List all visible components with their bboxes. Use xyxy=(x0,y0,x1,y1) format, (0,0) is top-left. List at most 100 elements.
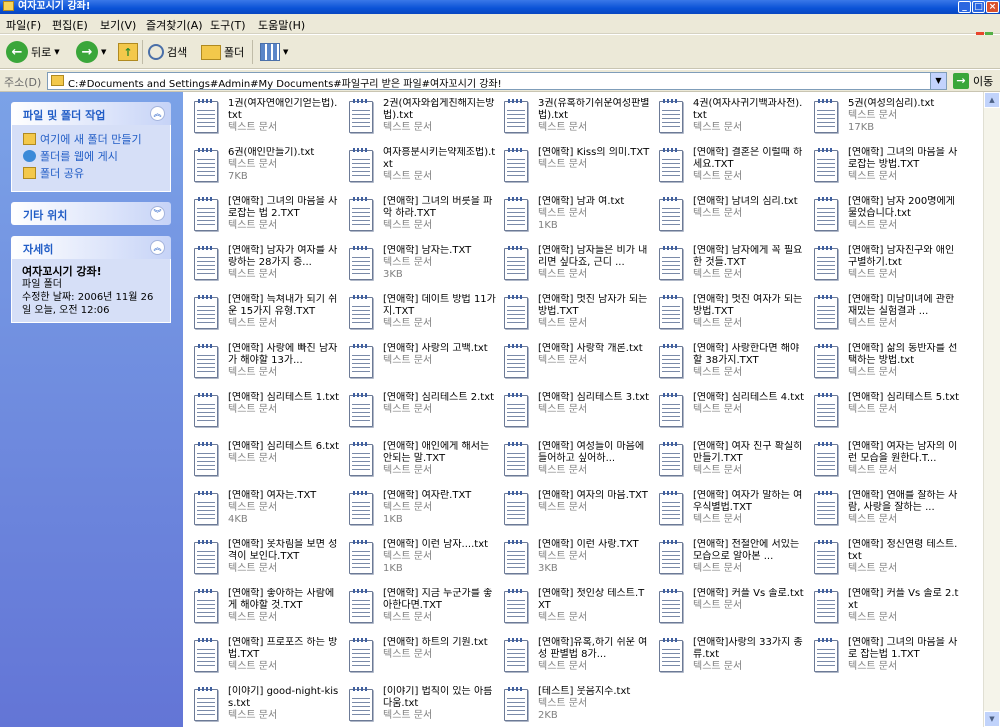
file-item[interactable]: [연애학] 심리테스트 6.txt 텍스트 문서 xyxy=(191,439,341,486)
file-item[interactable]: [연애학] 프로포즈 하는 방법.TXT 텍스트 문서 xyxy=(191,635,341,682)
file-item[interactable]: [연애학] 삶의 동반자를 선택하는 방법.txt 텍스트 문서 xyxy=(811,341,961,388)
forward-button[interactable]: → ▼ xyxy=(76,38,106,66)
file-item[interactable]: [연애학] 이런 남자....txt 텍스트 문서 1KB xyxy=(346,537,496,584)
collapse-chevron-icon[interactable]: ︽ xyxy=(150,240,165,255)
file-item[interactable]: [연애학] 여자는 남자의 이런 모습을 원한다.T... 텍스트 문서 xyxy=(811,439,961,486)
file-item[interactable]: [연애학] 심리테스트 3.txt 텍스트 문서 xyxy=(501,390,651,437)
file-item[interactable]: [연애학] 사랑에 빠진 남자가 해야할 13가... 텍스트 문서 xyxy=(191,341,341,388)
file-item[interactable]: 2권(여자와쉽게친해지는방법).txt 텍스트 문서 xyxy=(346,96,496,143)
text-document-icon xyxy=(504,344,528,378)
file-item[interactable]: [연애학] 커플 Vs 솔로.txt 텍스트 문서 xyxy=(656,586,806,633)
file-item[interactable]: [연애학] 여성들이 마음에 들어하고 싶어하... 텍스트 문서 xyxy=(501,439,651,486)
file-item[interactable]: 5권(여성의심리).txt 텍스트 문서 17KB xyxy=(811,96,961,143)
file-item[interactable]: [연애학] 그녀의 버릇을 파악 하라.TXT 텍스트 문서 xyxy=(346,194,496,241)
scroll-down-arrow-icon[interactable]: ▼ xyxy=(984,711,1000,727)
file-item[interactable]: [연애학] 남녀의 심리.txt 텍스트 문서 xyxy=(656,194,806,241)
close-button[interactable]: × xyxy=(986,1,999,13)
file-item[interactable]: [연애학] 사랑의 고백.txt 텍스트 문서 xyxy=(346,341,496,388)
file-item[interactable]: [연애학] 여자란.TXT 텍스트 문서 1KB xyxy=(346,488,496,535)
views-button[interactable]: ▼ xyxy=(260,38,288,66)
file-item[interactable]: 3권(유혹하기쉬운여성판별법).txt 텍스트 문서 xyxy=(501,96,651,143)
file-item[interactable]: [연애학] 사랑학 개론.txt 텍스트 문서 xyxy=(501,341,651,388)
file-item[interactable]: [연애학] 남자 200명에게 물었습니다.txt 텍스트 문서 xyxy=(811,194,961,241)
file-item[interactable]: [연애학] 첫인상 테스트.TXT 텍스트 문서 xyxy=(501,586,651,633)
search-button[interactable]: 검색 xyxy=(148,38,187,66)
expand-chevron-icon[interactable]: ︾ xyxy=(150,206,165,221)
publish-web-link[interactable]: 폴더를 웹에 게시 xyxy=(12,148,170,165)
details-header[interactable]: 자세히 ︽ xyxy=(11,236,171,259)
file-item[interactable]: [연애학] 심리테스트 5.txt 텍스트 문서 xyxy=(811,390,961,437)
file-item[interactable]: [이야기] 법칙이 있는 아름다움.txt 텍스트 문서 xyxy=(346,684,496,727)
file-item[interactable]: 여자흥분시키는약제조법).txt 텍스트 문서 xyxy=(346,145,496,192)
file-item[interactable]: [연애학] 늑쳐내가 되기 쉬운 15가지 유형.TXT 텍스트 문서 xyxy=(191,292,341,339)
file-item[interactable]: [이야기] good-night-kiss.txt 텍스트 문서 xyxy=(191,684,341,727)
new-folder-link[interactable]: 여기에 새 폴더 만들기 xyxy=(12,131,170,148)
file-item[interactable]: [연애학] 멋진 남자가 되는 방법.TXT 텍스트 문서 xyxy=(501,292,651,339)
address-dropdown-button[interactable]: ▼ xyxy=(930,73,946,89)
file-item[interactable]: 1권(여자연애인기얻는법).txt 텍스트 문서 xyxy=(191,96,341,143)
file-item[interactable]: [연애학] 여자는.TXT 텍스트 문서 4KB xyxy=(191,488,341,535)
file-item[interactable]: [테스트] 웃음지수.txt 텍스트 문서 2KB xyxy=(501,684,651,727)
file-type: 텍스트 문서 xyxy=(228,318,278,329)
file-item[interactable]: 6권(애인만들기).txt 텍스트 문서 7KB xyxy=(191,145,341,192)
minimize-button[interactable]: _ xyxy=(958,1,971,13)
menu-favorites[interactable]: 즐겨찾기(A) xyxy=(146,17,203,33)
file-item[interactable]: [연애학] 연애를 잘하는 사람, 사랑을 잘하는 ... 텍스트 문서 xyxy=(811,488,961,535)
file-item[interactable]: [연애학] 심리테스트 4.txt 텍스트 문서 xyxy=(656,390,806,437)
file-item[interactable]: [연애학] 남자친구와 애인 구별하기.txt 텍스트 문서 xyxy=(811,243,961,290)
menu-tools[interactable]: 도구(T) xyxy=(210,17,246,33)
collapse-chevron-icon[interactable]: ︽ xyxy=(150,106,165,121)
address-input[interactable]: C:#Documents and Settings#Admin#My Docum… xyxy=(47,72,947,90)
file-item[interactable]: [연애학] 그녀의 마음을 사로잡는 방법.TXT 텍스트 문서 xyxy=(811,145,961,192)
menu-help[interactable]: 도움말(H) xyxy=(258,17,305,33)
file-item[interactable]: [연애학] 전철안에 서있는 모습으로 알아본 ... 텍스트 문서 xyxy=(656,537,806,584)
go-button[interactable]: → 이동 xyxy=(953,73,993,89)
up-folder-button[interactable]: ↑ xyxy=(118,38,138,66)
file-tasks-header[interactable]: 파일 및 폴더 작업 ︽ xyxy=(11,102,171,125)
dropdown-arrow-icon[interactable]: ▼ xyxy=(101,48,106,56)
folders-button[interactable]: 폴더 xyxy=(201,38,244,66)
file-item[interactable]: [연애학] 정신연령 테스트.txt 텍스트 문서 xyxy=(811,537,961,584)
maximize-button[interactable]: □ xyxy=(972,1,985,13)
file-item[interactable]: [연애학] 심리테스트 2.txt 텍스트 문서 xyxy=(346,390,496,437)
file-item[interactable]: [연애학] 결혼은 이럴때 하세요.TXT 텍스트 문서 xyxy=(656,145,806,192)
file-item[interactable]: [연애학] 그녀의 마음을 사로 잡는법 1.TXT 텍스트 문서 xyxy=(811,635,961,682)
file-item[interactable]: [연애학] 남자는.TXT 텍스트 문서 3KB xyxy=(346,243,496,290)
file-item[interactable]: [연애학] 남과 여.txt 텍스트 문서 1KB xyxy=(501,194,651,241)
file-item[interactable]: [연애학] 이런 사랑.TXT 텍스트 문서 3KB xyxy=(501,537,651,584)
file-item[interactable]: [연애학] 여자 친구 확실히 만들기.TXT 텍스트 문서 xyxy=(656,439,806,486)
vertical-scrollbar[interactable]: ▲ ▼ xyxy=(983,92,1000,727)
share-folder-link[interactable]: 폴더 공유 xyxy=(12,165,170,182)
file-item[interactable]: [연애학] 남자가 여자를 사랑하는 28가지 증... 텍스트 문서 xyxy=(191,243,341,290)
menu-edit[interactable]: 편집(E) xyxy=(52,17,88,33)
file-item[interactable]: [연애학] 좋아하는 사람에게 해야할 것.TXT 텍스트 문서 xyxy=(191,586,341,633)
file-item[interactable]: 4권(여자사귀기백과사전).txt 텍스트 문서 xyxy=(656,96,806,143)
file-item[interactable]: [연애학] Kiss의 의미.TXT 텍스트 문서 xyxy=(501,145,651,192)
other-places-header[interactable]: 기타 위치 ︾ xyxy=(11,202,171,225)
menu-file[interactable]: 파일(F) xyxy=(6,17,41,33)
file-item[interactable]: [연애학] 커플 Vs 솔로 2.txt 텍스트 문서 xyxy=(811,586,961,633)
file-item[interactable]: [연애학] 여자의 마음.TXT 텍스트 문서 xyxy=(501,488,651,535)
file-item[interactable]: [연애학] 그녀의 마음을 사로잡는 법 2.TXT 텍스트 문서 xyxy=(191,194,341,241)
dropdown-arrow-icon[interactable]: ▼ xyxy=(54,48,59,56)
file-item[interactable]: [연애학] 남자에게 꼭 필요한 것들.TXT 텍스트 문서 xyxy=(656,243,806,290)
file-item[interactable]: [연애학] 남자들은 비가 내리면 싶다죠, 근디 ... 텍스트 문서 xyxy=(501,243,651,290)
file-item[interactable]: [연애학] 사랑한다면 해야할 38가지.TXT 텍스트 문서 xyxy=(656,341,806,388)
file-item[interactable]: [연애학] 심리테스트 1.txt 텍스트 문서 xyxy=(191,390,341,437)
file-item[interactable]: [연애학] 데이트 방법 11가지.TXT 텍스트 문서 xyxy=(346,292,496,339)
file-item[interactable]: [연애학]유혹,하기 쉬운 여성 판별법 8가... 텍스트 문서 xyxy=(501,635,651,682)
file-item[interactable]: [연애학] 지금 누군가를 좋아한다면.TXT 텍스트 문서 xyxy=(346,586,496,633)
title-bar[interactable]: 여자꼬시기 강좌! _ □ × xyxy=(0,0,1000,14)
file-type: 텍스트 문서 xyxy=(228,563,278,574)
file-list-view[interactable]: 1권(여자연애인기얻는법).txt 텍스트 문서 2권(여자와쉽게친해지는방법).t… xyxy=(183,92,983,727)
menu-view[interactable]: 보기(V) xyxy=(100,17,136,33)
back-button[interactable]: ← 뒤로 ▼ xyxy=(6,38,60,66)
file-item[interactable]: [연애학] 멋진 여자가 되는 방법.TXT 텍스트 문서 xyxy=(656,292,806,339)
scroll-up-arrow-icon[interactable]: ▲ xyxy=(984,92,1000,108)
file-item[interactable]: [연애학] 여자가 말하는 여우식별법.TXT 텍스트 문서 xyxy=(656,488,806,535)
file-item[interactable]: [연애학] 옷차림을 보면 성격이 보인다.TXT 텍스트 문서 xyxy=(191,537,341,584)
file-item[interactable]: [연애학] 애인에게 해서는 안되는 말.TXT 텍스트 문서 xyxy=(346,439,496,486)
file-item[interactable]: [연애학] 미남미녀에 관한 재밌는 실험결과 ... 텍스트 문서 xyxy=(811,292,961,339)
file-item[interactable]: [연애학]사랑의 33가지 종류.txt 텍스트 문서 xyxy=(656,635,806,682)
file-item[interactable]: [연애학] 하트의 기원.txt 텍스트 문서 xyxy=(346,635,496,682)
